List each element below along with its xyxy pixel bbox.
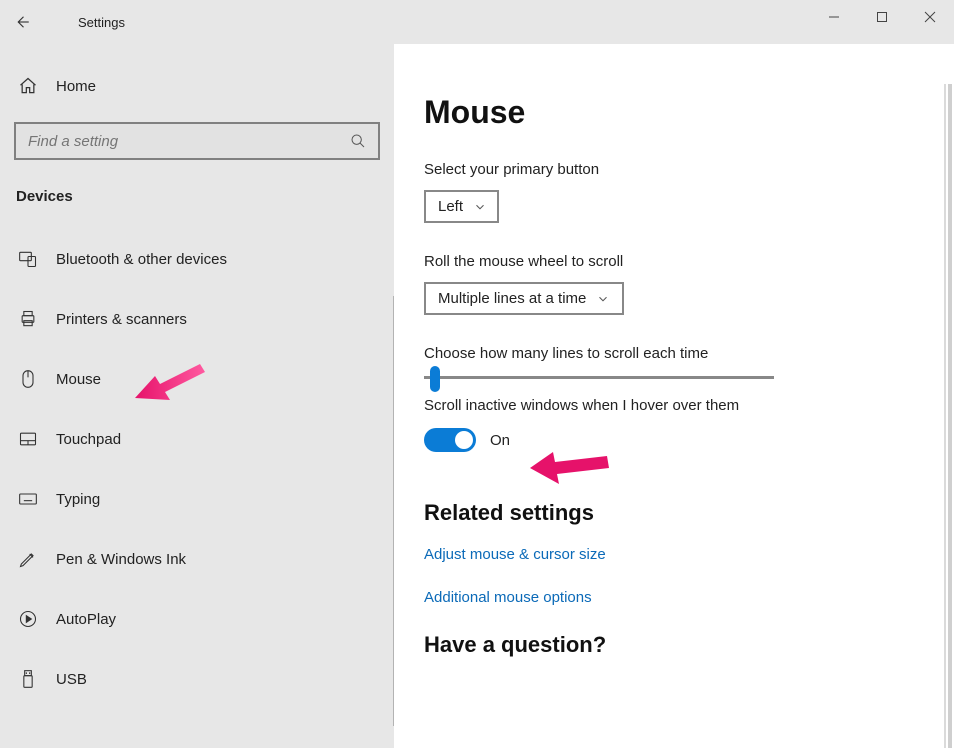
search-input[interactable] (28, 133, 350, 150)
sidebar-item-usb[interactable]: USB (14, 649, 380, 709)
autoplay-icon (18, 609, 38, 629)
close-icon (924, 11, 936, 23)
select-value: Left (438, 198, 463, 215)
have-question-heading: Have a question? (424, 632, 924, 658)
roll-wheel-select[interactable]: Multiple lines at a time (424, 282, 624, 315)
sidebar-item-label: Pen & Windows Ink (56, 551, 186, 568)
scroll-inactive-toggle[interactable] (424, 428, 476, 452)
close-button[interactable] (906, 0, 954, 34)
maximize-icon (876, 11, 888, 23)
sidebar-item-pen[interactable]: Pen & Windows Ink (14, 529, 380, 589)
additional-mouse-link[interactable]: Additional mouse options (424, 589, 924, 606)
sidebar-item-bluetooth[interactable]: Bluetooth & other devices (14, 229, 380, 289)
toggle-knob (455, 431, 473, 449)
sidebar-item-typing[interactable]: Typing (14, 469, 380, 529)
touchpad-icon (18, 429, 38, 449)
primary-button-label: Select your primary button (424, 161, 924, 178)
back-arrow-icon (13, 13, 31, 31)
sidebar-item-label: Typing (56, 491, 100, 508)
sidebar-item-touchpad[interactable]: Touchpad (14, 409, 380, 469)
sidebar-item-label: Printers & scanners (56, 311, 187, 328)
section-heading: Devices (14, 188, 380, 205)
sidebar-item-label: Touchpad (56, 431, 121, 448)
hover-label: Scroll inactive windows when I hover ove… (424, 397, 924, 414)
related-settings-heading: Related settings (424, 500, 924, 526)
page-title: Mouse (424, 94, 924, 131)
window-title: Settings (78, 15, 125, 30)
scrollbar[interactable] (948, 84, 952, 748)
minimize-button[interactable] (810, 0, 858, 34)
slider-thumb[interactable] (430, 366, 440, 392)
roll-wheel-label: Roll the mouse wheel to scroll (424, 253, 924, 270)
sidebar-item-label: Mouse (56, 371, 101, 388)
devices-icon (18, 249, 38, 269)
chevron-down-icon (473, 200, 487, 214)
minimize-icon (828, 11, 840, 23)
usb-icon (18, 669, 38, 689)
toggle-state: On (490, 432, 510, 449)
mouse-icon (18, 369, 38, 389)
primary-button-select[interactable]: Left (424, 190, 499, 223)
sidebar-item-mouse[interactable]: Mouse (14, 349, 380, 409)
chevron-down-icon (596, 292, 610, 306)
search-box[interactable] (14, 122, 380, 160)
home-icon (18, 76, 38, 96)
lines-slider[interactable] (424, 376, 774, 379)
printer-icon (18, 309, 38, 329)
search-icon (350, 133, 366, 149)
sidebar-item-home[interactable]: Home (14, 64, 380, 108)
pen-icon (18, 549, 38, 569)
sidebar-item-autoplay[interactable]: AutoPlay (14, 589, 380, 649)
sidebar-item-label: USB (56, 671, 87, 688)
keyboard-icon (18, 489, 38, 509)
home-label: Home (56, 78, 96, 95)
main-content: Mouse Select your primary button Left Ro… (394, 44, 954, 748)
sidebar-item-printers[interactable]: Printers & scanners (14, 289, 380, 349)
maximize-button[interactable] (858, 0, 906, 34)
sidebar-item-label: AutoPlay (56, 611, 116, 628)
lines-label: Choose how many lines to scroll each tim… (424, 345, 924, 362)
sidebar-item-label: Bluetooth & other devices (56, 251, 227, 268)
select-value: Multiple lines at a time (438, 290, 586, 307)
sidebar: Home Devices Bluetooth & other devices (0, 44, 394, 748)
back-button[interactable] (0, 13, 44, 31)
adjust-mouse-link[interactable]: Adjust mouse & cursor size (424, 546, 924, 563)
scrollbar-track (944, 84, 946, 748)
